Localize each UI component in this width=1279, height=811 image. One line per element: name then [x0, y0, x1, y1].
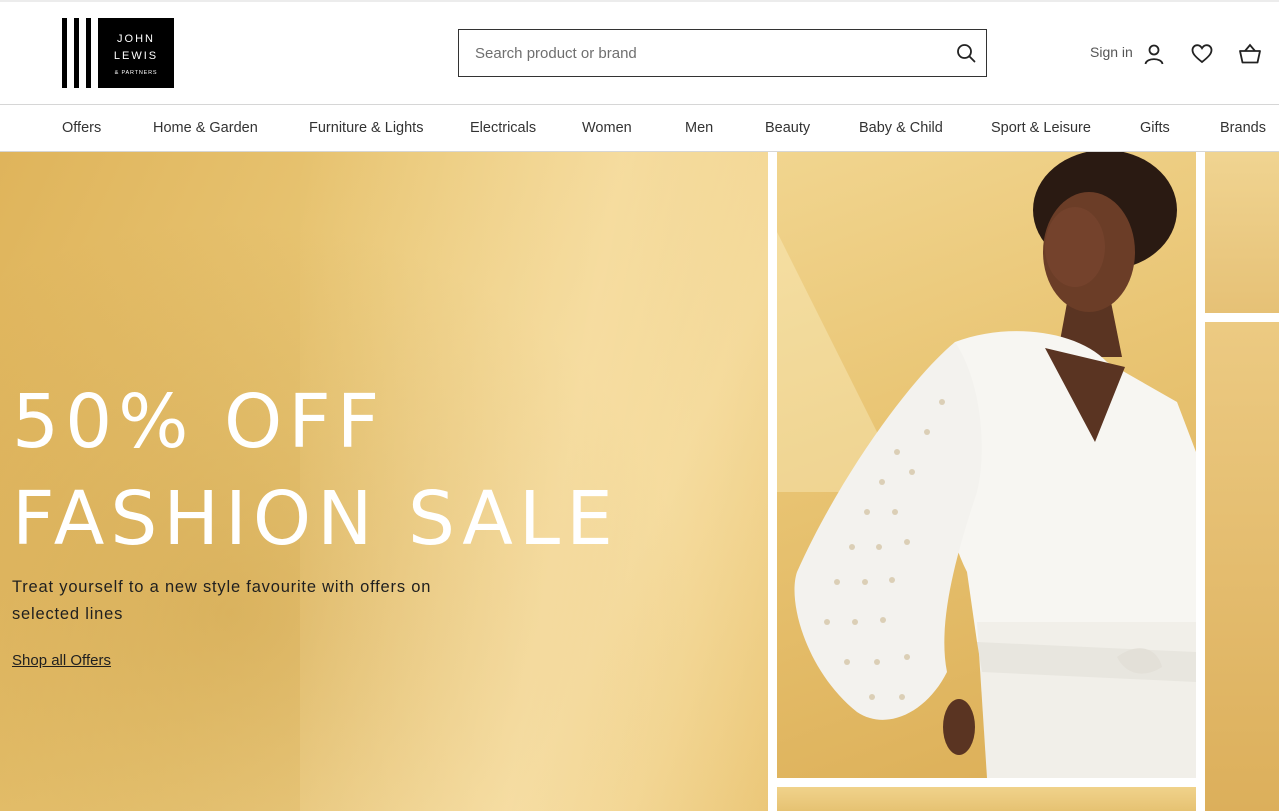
- nav-item-electricals[interactable]: Electricals: [470, 120, 536, 136]
- wishlist-button[interactable]: [1190, 42, 1214, 66]
- nav-item-baby-child[interactable]: Baby & Child: [859, 120, 943, 136]
- nav-item-sport-leisure[interactable]: Sport & Leisure: [991, 120, 1091, 136]
- john-lewis-logo[interactable]: JOHN LEWIS & PARTNERS: [62, 18, 174, 88]
- nav-item-beauty[interactable]: Beauty: [765, 120, 810, 136]
- heart-icon: [1191, 44, 1213, 64]
- side-panel-top: [1205, 152, 1279, 313]
- nav-item-brands[interactable]: Brands: [1220, 120, 1266, 136]
- nav-item-home-garden[interactable]: Home & Garden: [153, 120, 258, 136]
- shop-all-offers-link[interactable]: Shop all Offers: [12, 652, 111, 669]
- nav-item-men[interactable]: Men: [685, 120, 713, 136]
- logo-line2: LEWIS: [114, 50, 158, 62]
- nav-item-women[interactable]: Women: [582, 120, 632, 136]
- site-header: JOHN LEWIS & PARTNERS Sign in: [0, 2, 1279, 104]
- side-panel-bottom: [1205, 322, 1279, 811]
- search-icon: [957, 44, 976, 63]
- account-button[interactable]: [1142, 42, 1166, 66]
- logo-line1: JOHN: [117, 33, 155, 45]
- search-input[interactable]: [459, 30, 946, 76]
- sign-in-link[interactable]: Sign in: [1090, 44, 1133, 60]
- model-photo[interactable]: [777, 152, 1196, 778]
- hero-subtitle: Treat yourself to a new style favourite …: [12, 578, 432, 623]
- basket-button[interactable]: [1238, 42, 1262, 66]
- basket-icon: [1239, 43, 1261, 64]
- search-bar: [458, 29, 987, 77]
- nav-item-gifts[interactable]: Gifts: [1140, 120, 1170, 136]
- nav-item-offers[interactable]: Offers: [62, 120, 101, 136]
- hero-banner[interactable]: 50% OFF FASHION SALE Treat yourself to a…: [0, 152, 1279, 811]
- account-icon: [1144, 44, 1164, 65]
- search-button[interactable]: [946, 30, 986, 76]
- hero-title-line2: FASHION SALE: [12, 476, 619, 562]
- main-nav: Offers Home & Garden Furniture & Lights …: [0, 104, 1279, 152]
- hero-title: 50% OFF FASHION SALE: [12, 374, 619, 568]
- logo-line3: & PARTNERS: [115, 70, 158, 76]
- nav-item-furniture-lights[interactable]: Furniture & Lights: [309, 120, 423, 136]
- bottom-panel: [777, 787, 1196, 811]
- model-illustration: [794, 152, 1196, 778]
- hero-title-line1: 50% OFF: [12, 379, 386, 465]
